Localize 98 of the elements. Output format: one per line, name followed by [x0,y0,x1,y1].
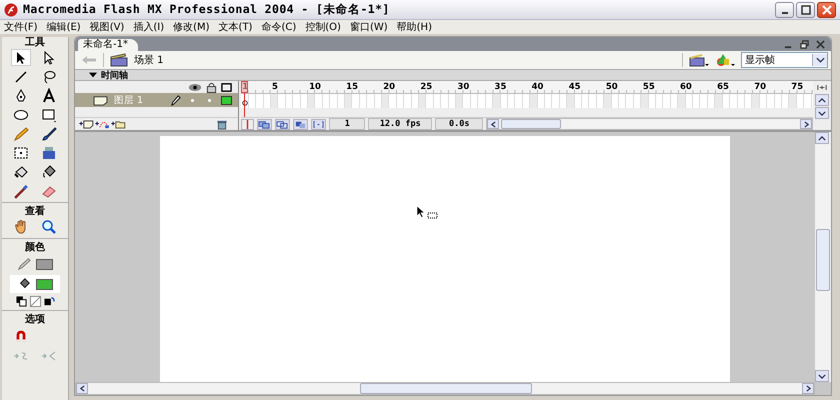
section-title: 颜色 [25,242,45,254]
frame-number: 40 [530,82,544,92]
scroll-left-button[interactable] [76,383,88,394]
section-title: 工具 [25,37,45,49]
restore-icon[interactable] [800,40,809,48]
onion-skin-icon[interactable] [257,118,272,130]
frame-view-menu-icon[interactable] [817,83,828,92]
frame-number: 20 [382,82,396,92]
vertical-scrollbar[interactable] [815,132,831,382]
playhead[interactable] [241,81,248,117]
layer-name: 图层 1 [114,94,144,106]
scroll-down-button[interactable] [815,370,829,382]
scroll-right-button[interactable] [800,119,812,129]
minimize-icon [780,10,788,14]
frame-number: 75 [790,82,804,92]
cursor-icon [416,205,440,219]
frame-rate: 12.0 fps [368,118,432,130]
keyframe-icon [242,100,248,106]
caret-icon [816,57,824,63]
clapperboard-icon [110,53,128,67]
frame-number: 5 [270,82,278,92]
menu-item[interactable]: 视图(V) [90,20,124,34]
menu-item[interactable]: 控制(O) [305,20,341,34]
scroll-right-button[interactable] [802,383,814,394]
motion-guide-icon[interactable] [95,120,110,128]
frame-number: 45 [568,82,581,92]
pencil-icon [17,257,31,271]
menu-item[interactable]: 命令(C) [261,20,296,34]
minimize-button[interactable] [775,2,794,18]
section-title: 查看 [25,206,45,218]
frame-number: 35 [494,82,506,92]
magnet-icon[interactable] [14,329,28,343]
menu-item[interactable]: 文本(T) [218,20,252,34]
swap-colors-icon[interactable] [44,296,54,307]
scroll-thumb[interactable] [360,383,532,394]
onion-outline-icon[interactable] [275,118,290,130]
frame-number: 70 [753,82,766,92]
close-icon[interactable] [816,40,825,48]
eye-icon[interactable] [188,82,202,92]
trash-icon[interactable] [216,118,228,130]
maximize-button[interactable] [796,2,815,18]
app-logo-icon [4,2,18,16]
modify-markers-icon[interactable] [311,118,326,130]
horizontal-scrollbar[interactable] [486,118,814,130]
scroll-up-button[interactable] [815,94,830,106]
maximize-icon [800,4,810,14]
frame-number: 1 [241,82,248,92]
default-colors-icon[interactable] [16,296,26,307]
panel-title[interactable]: 时间轴 [101,68,128,82]
scroll-down-button[interactable] [815,107,830,119]
current-frame: 1 [329,118,366,130]
outline-icon[interactable] [221,82,232,92]
frame-number: 50 [604,82,618,92]
scroll-up-button[interactable] [815,132,829,144]
pencil-icon[interactable] [11,125,31,142]
center-frame-icon[interactable] [241,118,254,130]
close-icon [822,4,832,14]
frame-number: 25 [419,82,432,92]
frame-number: 65 [716,82,729,92]
scroll-thumb[interactable] [501,119,562,129]
scroll-thumb[interactable] [816,229,830,291]
menu-item[interactable]: 帮助(H) [396,20,432,34]
insert-layer-icon[interactable] [79,120,94,128]
edit-frames-icon[interactable] [293,118,308,130]
menu-item[interactable]: 窗口(W) [350,20,388,34]
menu-item[interactable]: 编辑(E) [46,20,81,34]
frame-number: 60 [679,82,692,92]
close-button[interactable] [817,2,836,18]
no-color-icon[interactable] [30,296,40,307]
zoom-dropdown[interactable]: 显示帧 [741,52,828,68]
lock-dot[interactable] [208,98,212,102]
horizontal-scrollbar[interactable] [75,382,815,395]
color-swatch[interactable] [36,258,53,270]
scene-label[interactable]: 场景 1 [134,53,164,67]
color-swatch[interactable] [36,278,53,290]
collapse-triangle-icon[interactable] [89,71,97,79]
scroll-left-button[interactable] [487,119,500,129]
layer-icon [93,94,108,106]
menu-item[interactable]: 修改(M) [173,20,210,34]
paint-bucket-icon [17,277,31,291]
section-title: 选项 [25,314,45,326]
frame-number: 15 [345,82,358,92]
pencil-icon [170,94,182,106]
lock-icon[interactable] [206,82,218,92]
frame-number: 30 [456,82,470,92]
menu-item[interactable]: 插入(I) [133,20,164,34]
visibility-dot[interactable] [191,98,194,102]
window-title: Macromedia Flash MX Professional 2004 - [未命名-1*] [23,2,390,17]
document-tab[interactable]: 未命名-1* [78,39,138,51]
elapsed-time: 0.0s [435,118,484,130]
outline-color-square[interactable] [221,96,232,104]
edit-symbols-icon[interactable] [715,53,735,67]
frame-ruler[interactable]: 1 5 10 15 20 25 30 35 40 45 50 55 60 65 70 75 [241,81,814,94]
menu-item[interactable]: 文件(F) [4,20,38,34]
frame-number: 55 [642,82,655,92]
edit-scene-icon[interactable] [689,53,709,67]
frame-number: 10 [308,82,321,92]
folder-icon[interactable] [111,120,126,128]
